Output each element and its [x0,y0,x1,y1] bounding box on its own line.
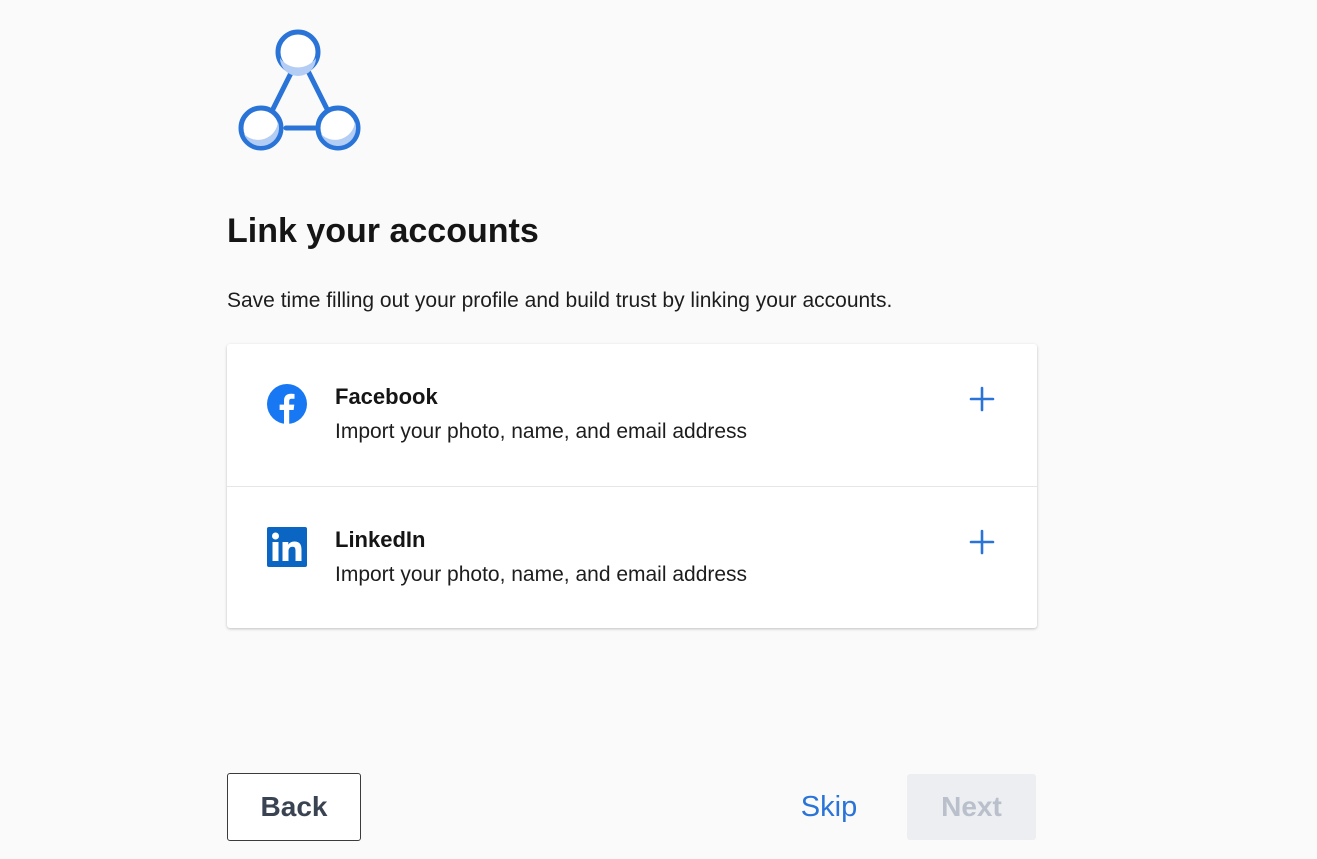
accounts-card: Facebook Import your photo, name, and em… [227,344,1037,628]
add-facebook-button[interactable] [967,384,997,414]
account-name: Facebook [335,384,438,409]
facebook-icon [267,384,307,424]
add-linkedin-button[interactable] [967,527,997,557]
back-button[interactable]: Back [227,773,361,841]
linkedin-icon [267,527,307,567]
plus-icon [969,386,995,412]
plus-icon [969,529,995,555]
skip-link[interactable]: Skip [780,773,878,841]
account-row-linkedin[interactable]: LinkedIn Import your photo, name, and em… [227,486,1037,629]
next-button[interactable]: Next [907,774,1036,840]
account-row-facebook[interactable]: Facebook Import your photo, name, and em… [227,344,1037,486]
account-description: Import your photo, name, and email addre… [335,563,748,586]
page-subtitle: Save time filling out your profile and b… [227,289,893,312]
page-title: Link your accounts [227,212,539,250]
link-accounts-network-icon [238,29,361,151]
account-description: Import your photo, name, and email addre… [335,420,748,443]
account-name: LinkedIn [335,527,426,552]
